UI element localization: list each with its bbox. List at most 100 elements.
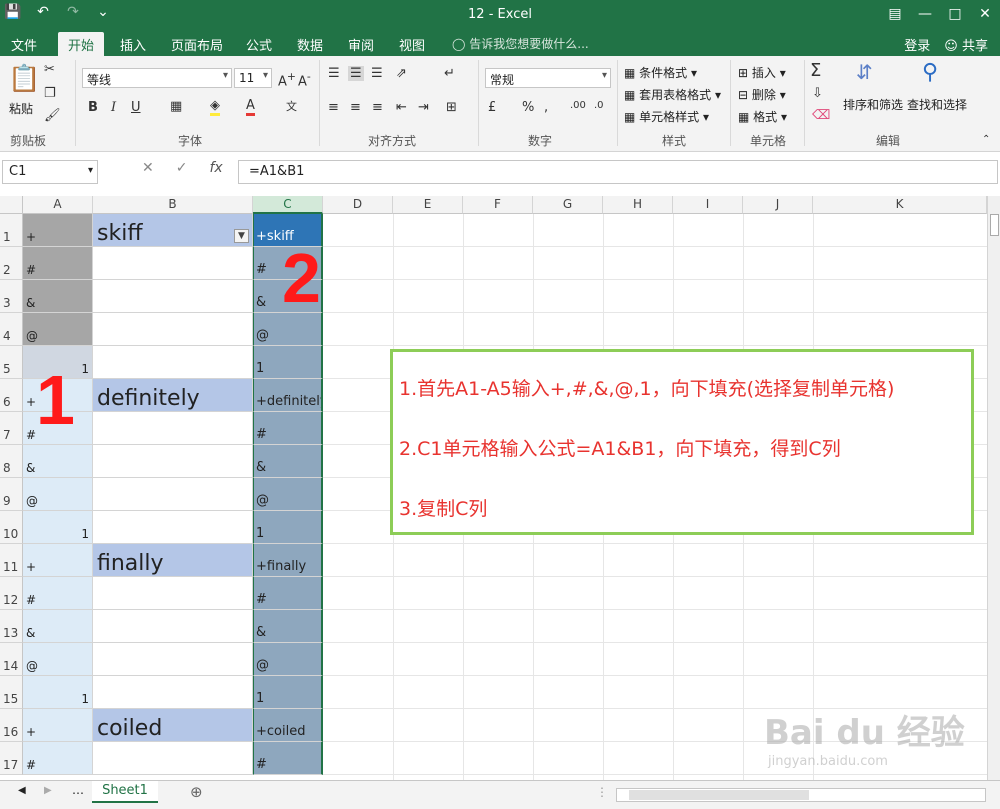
column-header-j[interactable]: J (743, 196, 813, 214)
cell-a[interactable]: # (23, 247, 93, 280)
search-icon[interactable]: ⚲ (922, 60, 938, 85)
cell-b[interactable] (93, 610, 253, 643)
cell-a[interactable]: & (23, 280, 93, 313)
conditional-formatting-button[interactable]: ▦ 条件格式 ▾ (624, 64, 697, 81)
cancel-icon[interactable]: ✕ (142, 160, 154, 184)
cell-b[interactable]: finally (93, 544, 253, 577)
cell-b[interactable] (93, 577, 253, 610)
increase-font-icon[interactable]: A+ (278, 70, 296, 89)
tab-file[interactable]: 文件 (11, 35, 37, 54)
empty-cells[interactable] (323, 610, 987, 643)
cell-b[interactable] (93, 676, 253, 709)
empty-cells[interactable] (323, 247, 987, 280)
align-top-icon[interactable]: ☰ (328, 66, 340, 81)
cell-c[interactable]: +coiled (253, 709, 323, 742)
cell-c[interactable]: +finally (253, 544, 323, 577)
cell-c[interactable]: # (253, 742, 323, 775)
cell-b[interactable] (93, 643, 253, 676)
row-header[interactable]: 6 (0, 379, 23, 412)
format-cells-button[interactable]: ▦ 格式 ▾ (738, 108, 787, 125)
orientation-icon[interactable]: ⇗ (396, 66, 407, 81)
insert-cells-button[interactable]: ⊞ 插入 ▾ (738, 64, 786, 81)
cell-a[interactable]: & (23, 610, 93, 643)
decrease-indent-icon[interactable]: ⇤ (396, 100, 407, 115)
filter-dropdown-icon[interactable]: ▼ (234, 229, 249, 243)
delete-cells-button[interactable]: ⊟ 删除 ▾ (738, 86, 786, 103)
row-header[interactable]: 15 (0, 676, 23, 709)
empty-cells[interactable] (323, 214, 987, 247)
bold-button[interactable]: B (88, 100, 98, 115)
enter-icon[interactable]: ✓ (176, 160, 188, 184)
tab-insert[interactable]: 插入 (120, 35, 146, 54)
close-icon[interactable]: ✕ (970, 0, 1000, 30)
clear-icon[interactable]: ⌫ (812, 108, 830, 123)
row-header[interactable]: 5 (0, 346, 23, 379)
column-header-g[interactable]: G (533, 196, 603, 214)
cell-b[interactable] (93, 445, 253, 478)
format-as-table-button[interactable]: ▦ 套用表格格式 ▾ (624, 86, 721, 103)
cell-a[interactable]: # (23, 742, 93, 775)
font-color-icon[interactable]: A (246, 98, 255, 116)
copy-icon[interactable]: ❐ (44, 86, 56, 101)
cell-a[interactable]: & (23, 445, 93, 478)
row-header[interactable]: 17 (0, 742, 23, 775)
row-header[interactable]: 12 (0, 577, 23, 610)
row-header[interactable]: 2 (0, 247, 23, 280)
cell-c[interactable]: # (253, 577, 323, 610)
align-right-icon[interactable]: ≡ (372, 100, 383, 115)
align-center-icon[interactable]: ≡ (350, 100, 361, 115)
cell-c[interactable]: & (253, 445, 323, 478)
add-sheet-icon[interactable]: ⊕ (190, 783, 203, 801)
cell-c[interactable]: @ (253, 478, 323, 511)
cell-c[interactable]: # (253, 412, 323, 445)
row-header[interactable]: 7 (0, 412, 23, 445)
collapse-ribbon-icon[interactable]: ⌃ (982, 134, 990, 145)
cell-b[interactable]: skiff ▼ (93, 214, 253, 247)
column-header-d[interactable]: D (323, 196, 393, 214)
cell-b[interactable] (93, 511, 253, 544)
column-header-i[interactable]: I (673, 196, 743, 214)
comma-style-icon[interactable]: , (544, 100, 548, 115)
scroll-thumb[interactable] (629, 790, 809, 800)
row-header[interactable]: 11 (0, 544, 23, 577)
row-header[interactable]: 10 (0, 511, 23, 544)
tab-view[interactable]: 视图 (399, 35, 425, 54)
tab-home[interactable]: 开始 (58, 32, 105, 56)
row-header[interactable]: 1 (0, 214, 23, 247)
cell-b[interactable]: coiled (93, 709, 253, 742)
column-header-h[interactable]: H (603, 196, 673, 214)
scroll-right-icon[interactable]: ▶ (44, 785, 52, 796)
cell-b[interactable] (93, 313, 253, 346)
tell-me-box[interactable]: ◯ 告诉我您想要做什么... (452, 35, 589, 52)
cell-a[interactable]: + (23, 214, 93, 247)
underline-button[interactable]: U (131, 100, 141, 115)
cell-a[interactable]: + (23, 544, 93, 577)
tab-review[interactable]: 审阅 (348, 35, 374, 54)
column-header-c[interactable]: C (253, 196, 323, 214)
autosum-icon[interactable]: Σ (810, 60, 821, 81)
empty-cells[interactable] (323, 544, 987, 577)
cell-b[interactable]: definitely (93, 379, 253, 412)
font-size-select[interactable]: 11 ▾ (234, 68, 272, 88)
align-left-icon[interactable]: ≡ (328, 100, 339, 115)
cut-icon[interactable]: ✂ (44, 62, 55, 77)
cell-a[interactable]: # (23, 577, 93, 610)
format-painter-icon[interactable]: 🖌 (44, 108, 61, 123)
share-button[interactable]: ☺ 共享 (944, 35, 988, 54)
maximize-icon[interactable]: □ (940, 0, 970, 30)
merge-center-icon[interactable]: ⊞ (446, 100, 457, 115)
column-header-a[interactable]: A (23, 196, 93, 214)
row-header[interactable]: 16 (0, 709, 23, 742)
cell-b[interactable] (93, 247, 253, 280)
paste-icon[interactable]: 📋 (8, 64, 40, 94)
tab-page-layout[interactable]: 页面布局 (171, 35, 223, 54)
sort-filter-button[interactable]: 排序和筛选 (843, 96, 903, 113)
increase-indent-icon[interactable]: ⇥ (418, 100, 429, 115)
cell-b[interactable] (93, 280, 253, 313)
row-header[interactable]: 4 (0, 313, 23, 346)
cell-c[interactable]: 1 (253, 346, 323, 379)
cell-a[interactable]: @ (23, 643, 93, 676)
row-header[interactable]: 3 (0, 280, 23, 313)
cell-a[interactable]: 1 (23, 676, 93, 709)
horizontal-scrollbar[interactable] (616, 788, 986, 802)
